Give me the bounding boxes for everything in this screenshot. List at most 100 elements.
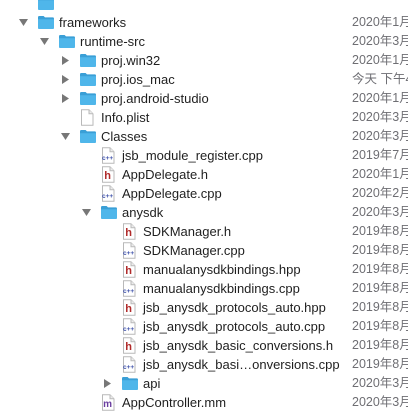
item-date: 2019年8月: [352, 338, 408, 352]
list-item[interactable]: proj.ios_mac 今天 下午4: [0, 70, 408, 89]
item-date: 2020年1月: [352, 15, 408, 29]
header-file-icon: h: [121, 337, 139, 354]
list-item[interactable]: frameworks 2020年1月: [0, 13, 408, 32]
header-file-icon: h: [121, 261, 139, 278]
item-name-appcontroller-mm: AppController.mm: [122, 395, 227, 410]
disclosure-open-icon[interactable]: [38, 32, 50, 51]
item-name-manualanysdkbindings-cpp: manualanysdkbindings.cpp: [143, 281, 300, 296]
disclosure-open-icon[interactable]: [17, 13, 29, 32]
item-name-jsb-module-register-cpp: jsb_module_register.cpp: [122, 148, 263, 163]
svg-text:c++: c++: [102, 155, 113, 162]
folder-icon: [58, 33, 76, 50]
item-name-info-plist: Info.plist: [101, 110, 150, 125]
item-date: 2020年3月: [352, 395, 408, 409]
list-item[interactable]: m AppController.mm 2020年3月: [0, 393, 408, 412]
list-item[interactable]: Classes 2020年3月: [0, 127, 408, 146]
header-file-icon: h: [121, 223, 139, 240]
list-item[interactable]: [0, 0, 408, 13]
item-name-runtime-src: runtime-src: [80, 34, 146, 49]
header-file-icon: h: [100, 166, 118, 183]
item-name-api: api: [143, 376, 161, 391]
disclosure-closed-icon[interactable]: [59, 70, 71, 89]
list-item[interactable]: Info.plist 2020年3月: [0, 108, 408, 127]
item-date: 2020年2月: [352, 186, 408, 200]
item-name-proj-win32: proj.win32: [101, 53, 161, 68]
list-item[interactable]: h AppDelegate.h 2020年1月: [0, 165, 408, 184]
item-name-jsb-anysdk-basi-onversions-cpp: jsb_anysdk_basi…onversions.cpp: [143, 357, 340, 372]
item-date: 2020年3月: [352, 34, 408, 48]
item-name-jsb-anysdk-protocols-auto-hpp: jsb_anysdk_protocols_auto.hpp: [143, 300, 326, 315]
svg-text:h: h: [104, 170, 111, 182]
file-tree: frameworks 2020年1月 runtime-src 2020年3月 proj.…: [0, 0, 408, 411]
item-date: 2019年8月: [352, 224, 408, 238]
folder-icon: [37, 0, 55, 12]
folder-icon: [100, 204, 118, 221]
folder-icon: [121, 375, 139, 392]
item-date: 2019年8月: [352, 262, 408, 276]
list-item[interactable]: proj.win32 2020年1月: [0, 51, 408, 70]
list-item[interactable]: h SDKManager.h 2019年8月: [0, 222, 408, 241]
svg-text:h: h: [125, 227, 132, 239]
list-item[interactable]: c++ jsb_module_register.cpp 2019年7月: [0, 146, 408, 165]
item-name-classes: Classes: [101, 129, 148, 144]
svg-text:c++: c++: [123, 364, 134, 371]
item-date: 2019年8月: [352, 300, 408, 314]
item-name-jsb-anysdk-basic-conversions-h: jsb_anysdk_basic_conversions.h: [143, 338, 334, 353]
disclosure-closed-icon[interactable]: [101, 374, 113, 393]
plist-file-icon: [79, 109, 97, 126]
item-date: 2019年8月: [352, 243, 408, 257]
svg-text:c++: c++: [102, 193, 113, 200]
item-name-frameworks: frameworks: [59, 15, 127, 30]
item-date: 2020年1月: [352, 53, 408, 67]
svg-text:c++: c++: [123, 250, 134, 257]
item-name-sdkmanager-h: SDKManager.h: [143, 224, 232, 239]
item-date: 2020年3月: [352, 376, 408, 390]
item-name-anysdk: anysdk: [122, 205, 164, 220]
disclosure-open-icon[interactable]: [59, 127, 71, 146]
cpp-file-icon: c++: [121, 280, 139, 297]
header-file-icon: h: [121, 299, 139, 316]
folder-icon: [79, 128, 97, 145]
item-name-proj-android-studio: proj.android-studio: [101, 91, 209, 106]
svg-text:h: h: [125, 303, 132, 315]
list-item[interactable]: api 2020年3月: [0, 374, 408, 393]
disclosure-open-icon[interactable]: [80, 203, 92, 222]
item-name-appdelegate-h: AppDelegate.h: [122, 167, 209, 182]
folder-icon: [79, 52, 97, 69]
item-date: 2020年3月: [352, 205, 408, 219]
cpp-file-icon: c++: [121, 242, 139, 259]
item-date: 2020年3月: [352, 110, 408, 124]
svg-text:c++: c++: [123, 288, 134, 295]
list-item[interactable]: c++ manualanysdkbindings.cpp 2019年8月: [0, 279, 408, 298]
folder-icon: [37, 14, 55, 31]
cpp-file-icon: c++: [121, 356, 139, 373]
item-name-manualanysdkbindings-hpp: manualanysdkbindings.hpp: [143, 262, 301, 277]
cpp-file-icon: c++: [100, 147, 118, 164]
item-date: 2020年3月: [352, 129, 408, 143]
item-date: 2019年8月: [352, 319, 408, 333]
item-date: 2019年8月: [352, 357, 408, 371]
list-item[interactable]: proj.android-studio 2020年1月: [0, 89, 408, 108]
svg-text:h: h: [125, 341, 132, 353]
list-item[interactable]: c++ jsb_anysdk_basi…onversions.cpp 2019年8月: [0, 355, 408, 374]
list-item[interactable]: h manualanysdkbindings.hpp 2019年8月: [0, 260, 408, 279]
folder-icon: [79, 71, 97, 88]
list-item[interactable]: c++ SDKManager.cpp 2019年8月: [0, 241, 408, 260]
item-date: 2019年8月: [352, 281, 408, 295]
list-item[interactable]: h jsb_anysdk_basic_conversions.h 2019年8月: [0, 336, 408, 355]
item-name-sdkmanager-cpp: SDKManager.cpp: [143, 243, 245, 258]
list-item[interactable]: anysdk 2020年3月: [0, 203, 408, 222]
item-name-proj-ios-mac: proj.ios_mac: [101, 72, 175, 87]
item-date: 2020年1月: [352, 91, 408, 105]
item-date: 今天 下午4: [352, 72, 408, 86]
item-name-jsb-anysdk-protocols-auto-cpp: jsb_anysdk_protocols_auto.cpp: [143, 319, 326, 334]
svg-text:c++: c++: [123, 326, 134, 333]
disclosure-closed-icon[interactable]: [59, 51, 71, 70]
list-item[interactable]: runtime-src 2020年3月: [0, 32, 408, 51]
disclosure-closed-icon[interactable]: [59, 89, 71, 108]
list-item[interactable]: c++ AppDelegate.cpp 2020年2月: [0, 184, 408, 203]
list-item[interactable]: h jsb_anysdk_protocols_auto.hpp 2019年8月: [0, 298, 408, 317]
objc-file-icon: m: [100, 394, 118, 411]
item-date: 2020年1月: [352, 167, 408, 181]
list-item[interactable]: c++ jsb_anysdk_protocols_auto.cpp 2019年8月: [0, 317, 408, 336]
